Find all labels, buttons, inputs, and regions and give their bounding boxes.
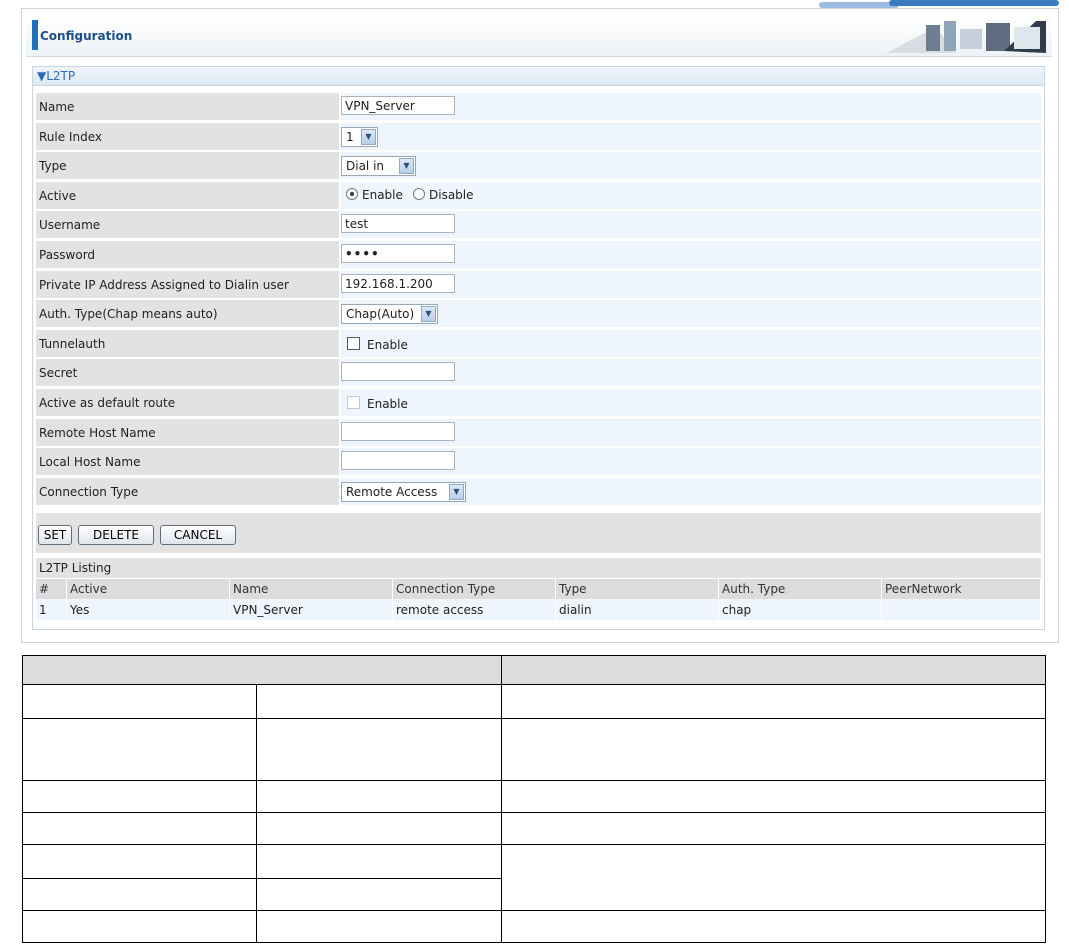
cell-connection-type: remote access	[392, 599, 556, 620]
page-title: Configuration	[40, 29, 133, 43]
cancel-button[interactable]: CANCEL	[160, 525, 236, 545]
remote-host-label: Remote Host Name	[39, 425, 156, 440]
row-tunnelauth: Tunnelauth Enable	[36, 329, 1041, 359]
office-banner-icon	[886, 21, 1046, 53]
doc-table-row	[21, 844, 1046, 911]
row-username: Username test	[36, 210, 1041, 240]
active-enable-radio[interactable]	[346, 187, 358, 200]
active-enable-label: Enable	[362, 187, 403, 202]
name-input[interactable]: VPN_Server	[341, 96, 455, 115]
cell-type: dialin	[555, 599, 719, 620]
col-header: #	[36, 579, 67, 599]
col-header: Active	[66, 579, 230, 599]
auth-type-label: Auth. Type(Chap means auto)	[39, 307, 218, 322]
active-disable-radio[interactable]	[413, 187, 425, 200]
type-label: Type	[39, 159, 67, 174]
row-secret: Secret	[36, 358, 1041, 388]
default-route-checkbox-label: Enable	[367, 396, 408, 411]
chevron-down-icon: ▼	[361, 128, 376, 145]
config-header: Configuration	[26, 14, 1052, 57]
private-ip-label: Private IP Address Assigned to Dialin us…	[39, 277, 289, 292]
doc-table-header	[22, 655, 1046, 685]
rule-index-select[interactable]: 1 ▼	[341, 126, 378, 147]
chevron-down-icon: ▼	[421, 306, 436, 323]
row-active: Active Enable Disable	[36, 181, 1041, 211]
row-connection-type: Connection Type Remote Access ▼	[36, 477, 1041, 507]
listing-title: L2TP Listing	[39, 561, 112, 575]
secret-label: Secret	[39, 366, 78, 381]
username-input[interactable]: test	[341, 214, 455, 234]
rule-index-label: Rule Index	[39, 129, 102, 144]
l2tp-section-title: ▼L2TP	[37, 69, 76, 83]
l2tp-form: Name VPN_Server Rule Index 1 ▼ Type Dial …	[36, 92, 1041, 506]
listing-header-row: # Active Name Connection Type Type Auth.…	[36, 579, 1041, 599]
local-host-label: Local Host Name	[39, 455, 141, 470]
row-auth-type: Auth. Type(Chap means auto) Chap(Auto) ▼	[36, 299, 1041, 329]
row-type: Type Dial in ▼	[36, 151, 1041, 181]
doc-table-row	[21, 910, 1046, 943]
password-label: Password	[39, 247, 96, 262]
chevron-down-icon: ▼	[449, 483, 464, 500]
header-accent-bar	[32, 20, 38, 50]
connection-type-value: Remote Access	[346, 484, 438, 499]
cell-name: VPN_Server	[229, 599, 393, 620]
document-table	[21, 655, 1046, 943]
row-default-route: Active as default route Enable	[36, 388, 1041, 418]
row-rule-index: Rule Index 1 ▼	[36, 122, 1041, 152]
remote-host-input[interactable]	[341, 421, 455, 441]
delete-button[interactable]: DELETE	[78, 525, 154, 545]
set-button[interactable]: SET	[38, 525, 72, 545]
button-bar: SET DELETE CANCEL	[36, 513, 1041, 553]
l2tp-section: ▼L2TP Name VPN_Server Rule Index 1 ▼ Type…	[32, 66, 1045, 630]
doc-table-row	[21, 812, 1046, 845]
default-route-label: Active as default route	[39, 395, 176, 410]
row-remote-host: Remote Host Name	[36, 418, 1041, 448]
doc-table-row	[21, 718, 1046, 781]
configuration-panel: Configuration ▼L2TP Name VPN_Server Rule…	[21, 8, 1059, 643]
type-value: Dial in	[346, 159, 385, 174]
tunnelauth-checkbox-label: Enable	[367, 337, 408, 352]
col-header: Connection Type	[392, 579, 556, 599]
username-label: Username	[39, 218, 101, 233]
cell-peer-network	[881, 599, 1041, 620]
private-ip-input[interactable]: 192.168.1.200	[341, 273, 455, 293]
row-private-ip: Private IP Address Assigned to Dialin us…	[36, 270, 1041, 300]
local-host-input[interactable]	[341, 451, 455, 471]
col-header: Type	[555, 579, 719, 599]
table-row[interactable]: 1 Yes VPN_Server remote access dialin ch…	[36, 599, 1041, 620]
row-name: Name VPN_Server	[36, 92, 1041, 122]
tunnelauth-checkbox[interactable]	[347, 336, 360, 350]
auth-type-select[interactable]: Chap(Auto) ▼	[341, 304, 438, 325]
secret-input[interactable]	[341, 362, 455, 382]
cell-active: Yes	[66, 599, 230, 620]
active-disable-label: Disable	[429, 187, 474, 202]
connection-type-select[interactable]: Remote Access ▼	[341, 481, 466, 502]
chevron-down-icon: ▼	[399, 158, 414, 175]
auth-type-value: Chap(Auto)	[346, 307, 415, 322]
doc-table-row	[21, 780, 1046, 813]
doc-table-row	[21, 684, 1046, 719]
password-input[interactable]: ••••	[341, 243, 455, 263]
connection-type-label: Connection Type	[39, 484, 139, 499]
type-select[interactable]: Dial in ▼	[341, 156, 416, 177]
active-label: Active	[39, 188, 77, 203]
default-route-checkbox[interactable]	[347, 395, 360, 409]
col-header: Name	[229, 579, 393, 599]
listing-table: # Active Name Connection Type Type Auth.…	[36, 579, 1041, 620]
listing-title-bar: L2TP Listing	[36, 558, 1041, 578]
tunnelauth-label: Tunnelauth	[39, 336, 106, 351]
col-header: Auth. Type	[718, 579, 882, 599]
row-password: Password ••••	[36, 240, 1041, 270]
rule-index-value: 1	[346, 129, 354, 144]
col-header: PeerNetwork	[881, 579, 1041, 599]
name-label: Name	[39, 100, 75, 114]
l2tp-listing: L2TP Listing # Active Name Connection Ty…	[36, 558, 1041, 620]
row-local-host: Local Host Name	[36, 447, 1041, 477]
cell-auth-type: chap	[718, 599, 882, 620]
l2tp-section-header[interactable]: ▼L2TP	[33, 67, 1044, 86]
cell-index: 1	[36, 599, 67, 620]
